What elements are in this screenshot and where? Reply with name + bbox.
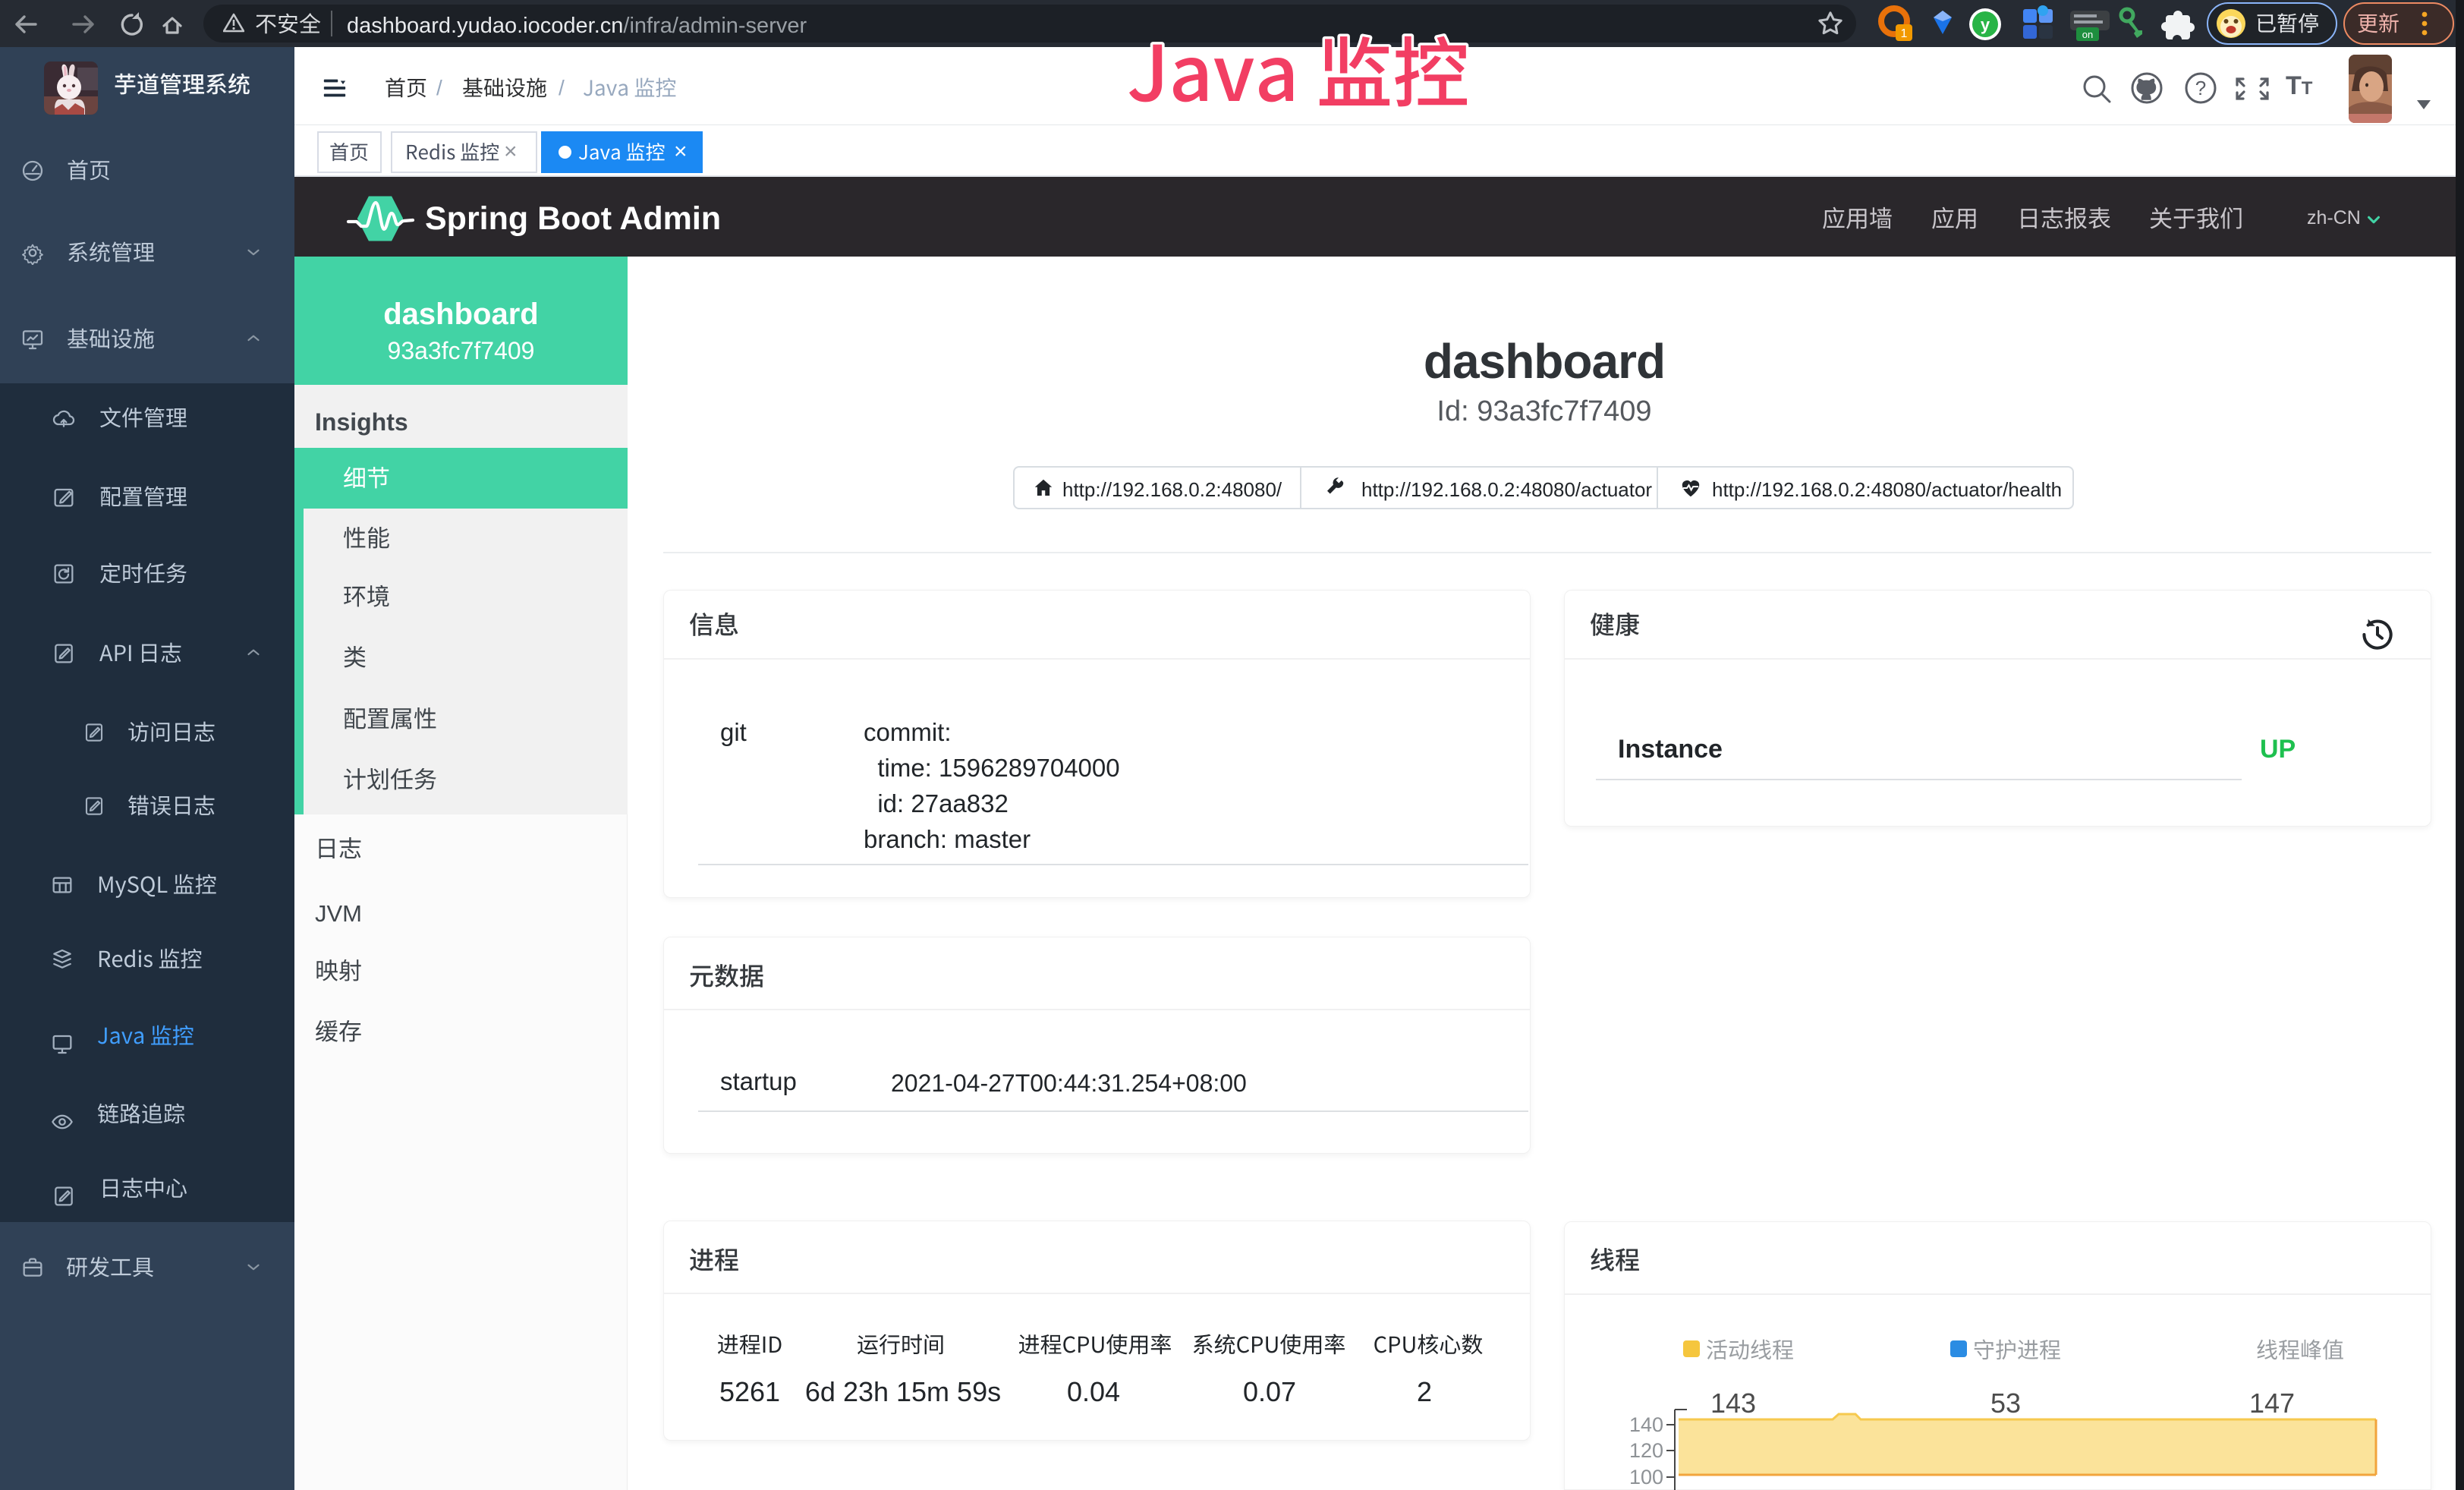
svg-text:?: ? bbox=[2195, 77, 2206, 99]
svg-text:1: 1 bbox=[1901, 27, 1908, 40]
svg-text:y: y bbox=[1981, 15, 1990, 34]
svg-text:on: on bbox=[2082, 29, 2093, 40]
